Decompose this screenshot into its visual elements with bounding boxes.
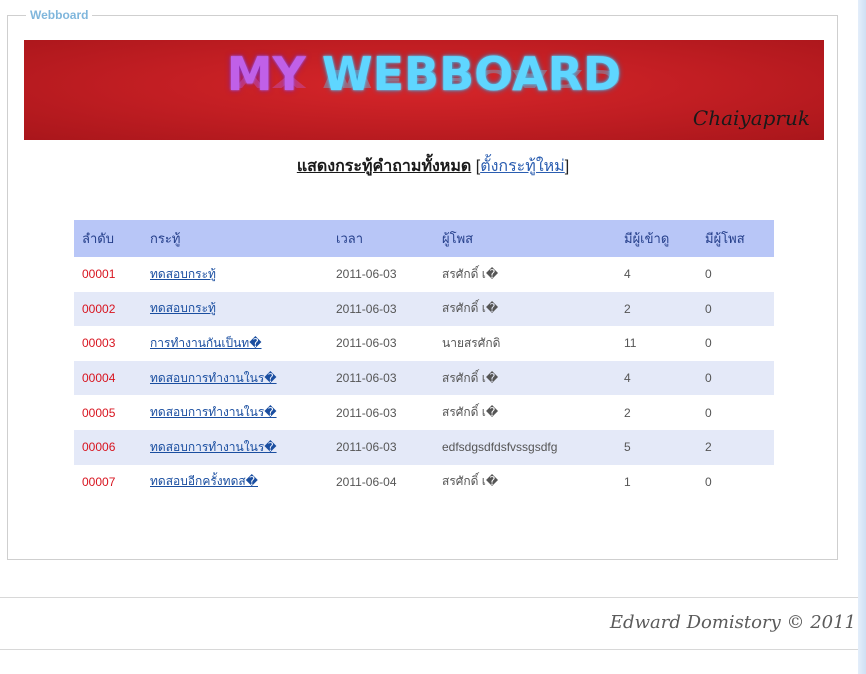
topic-link[interactable]: ทดสอบการทำงานในร� [150, 371, 277, 385]
banner-subtitle: Chaiyapruk [692, 106, 810, 130]
topic-poster: สรศักดิ์ เ� [434, 291, 616, 327]
topic-link[interactable]: ทดสอบอีกครั้งทดส� [150, 474, 258, 488]
topic-replies: 0 [697, 291, 774, 327]
table-row: 00005 ทดสอบการทำงานในร� 2011-06-03 สรศัก… [74, 395, 774, 430]
topic-cell: การทำงานกันเป็นท� [142, 326, 328, 361]
topic-poster: สรศักดิ์ เ� [442, 474, 499, 489]
topic-poster: edfsdgsdfdsfvssgsdfg [434, 429, 616, 465]
topic-replies: 0 [697, 360, 774, 396]
topic-poster: นายสรศักดิ [442, 335, 501, 350]
topic-replies: 0 [705, 405, 712, 420]
page-heading: แสดงกระทู้คำถามทั้งหมด [ตั้งกระทู้ใหม่] [0, 157, 866, 177]
topic-views: 4 [624, 267, 631, 282]
column-header-number: ลำดับ [74, 220, 142, 257]
topic-views: 5 [616, 429, 697, 465]
reflection-part1: MY [226, 63, 306, 94]
topic-id: 00001 [82, 267, 116, 282]
topic-date: 2011-06-03 [336, 405, 397, 420]
footer-copyright: Edward Domistory © 2011 [609, 612, 856, 633]
scrollbar-edge[interactable] [858, 0, 866, 674]
topic-cell: ทดสอบการทำงานในร� [142, 360, 328, 396]
page-title: แสดงกระทู้คำถามทั้งหมด [296, 158, 472, 175]
topic-poster: สรศักดิ์ เ� [442, 266, 499, 281]
topic-id: 00007 [82, 474, 116, 489]
topic-id: 00005 [82, 405, 116, 420]
webboard-banner: MY WEBBOARD MY WEBBOARD Chaiyapruk [24, 40, 824, 140]
topic-replies: 0 [705, 336, 712, 351]
topic-replies: 2 [697, 429, 774, 465]
column-header-poster: ผู้โพส [434, 220, 616, 257]
topic-link[interactable]: การทำงานกันเป็นท� [150, 336, 262, 350]
topic-cell: ทดสอบการทำงานในร� [142, 429, 328, 465]
topic-cell: ทดสอบอีกครั้งทดส� [142, 465, 328, 500]
topic-date: 2011-06-03 [328, 360, 434, 396]
topic-poster: สรศักดิ์ เ� [442, 405, 499, 420]
topic-link[interactable]: ทดสอบกระทู้ [150, 301, 216, 315]
column-header-time: เวลา [328, 220, 434, 257]
topic-cell: ทดสอบการทำงานในร� [142, 395, 328, 430]
column-header-replies: มีผู้โพส [697, 220, 774, 257]
footer-divider-bottom [0, 649, 858, 650]
table-header-row: ลำดับ กระทู้ เวลา ผู้โพส มีผู้เข้าดู มีผ… [74, 220, 774, 257]
topic-date: 2011-06-03 [336, 267, 397, 282]
reflection-part2: WEBBOARD [321, 63, 622, 94]
topic-date: 2011-06-04 [336, 474, 397, 489]
topic-cell: ทดสอบกระทู้ [142, 291, 328, 327]
table-row: 00006 ทดสอบการทำงานในร� 2011-06-03 edfsd… [74, 429, 774, 465]
topic-views: 2 [616, 291, 697, 327]
topic-id: 00002 [74, 291, 142, 327]
topic-id: 00003 [82, 336, 116, 351]
topic-replies: 0 [705, 267, 712, 282]
topic-views: 11 [624, 336, 637, 351]
column-header-topic: กระทู้ [142, 220, 328, 257]
banner-title-reflection: MY WEBBOARD [24, 63, 824, 94]
topic-link[interactable]: ทดสอบการทำงานในร� [150, 405, 277, 419]
topics-table: ลำดับ กระทู้ เวลา ผู้โพส มีผู้เข้าดู มีผ… [74, 220, 774, 499]
topic-date: 2011-06-03 [328, 291, 434, 327]
table-row: 00004 ทดสอบการทำงานในร� 2011-06-03 สรศัก… [74, 360, 774, 396]
topic-id: 00004 [74, 360, 142, 396]
topic-views: 4 [616, 360, 697, 396]
table-row: 00002 ทดสอบกระทู้ 2011-06-03 สรศักดิ์ เ�… [74, 291, 774, 327]
topic-views: 1 [624, 474, 631, 489]
footer-divider-top [0, 597, 858, 598]
bracket-close: ] [564, 158, 570, 175]
topic-link[interactable]: ทดสอบการทำงานในร� [150, 440, 277, 454]
fieldset-legend: Webboard [26, 8, 93, 22]
table-row: 00001 ทดสอบกระทู้ 2011-06-03 สรศักดิ์ เ�… [74, 257, 774, 292]
topic-cell: ทดสอบกระทู้ [142, 257, 328, 292]
topic-id: 00006 [74, 429, 142, 465]
topic-views: 2 [624, 405, 631, 420]
topic-replies: 0 [705, 474, 712, 489]
table-row: 00003 การทำงานกันเป็นท� 2011-06-03 นายสร… [74, 326, 774, 361]
topic-date: 2011-06-03 [328, 429, 434, 465]
topic-poster: สรศักดิ์ เ� [434, 360, 616, 396]
column-header-views: มีผู้เข้าดู [616, 220, 697, 257]
table-row: 00007 ทดสอบอีกครั้งทดส� 2011-06-04 สรศัก… [74, 465, 774, 500]
new-topic-link[interactable]: ตั้งกระทู้ใหม่ [480, 158, 565, 175]
topic-link[interactable]: ทดสอบกระทู้ [150, 267, 216, 281]
topic-date: 2011-06-03 [336, 336, 397, 351]
